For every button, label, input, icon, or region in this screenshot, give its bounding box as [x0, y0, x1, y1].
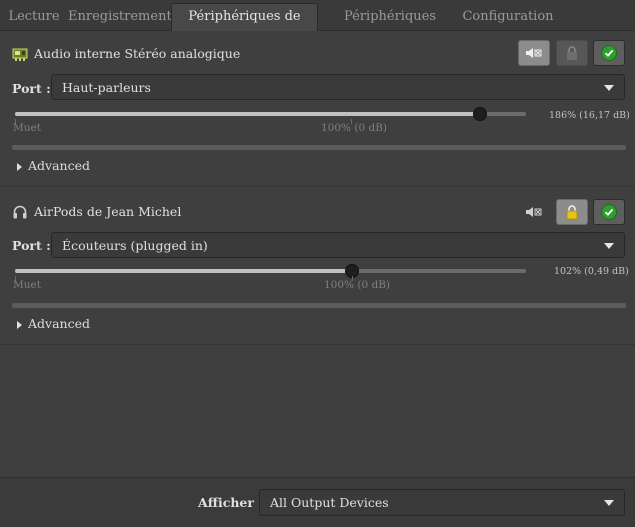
show-filter-dropdown[interactable]: All Output Devices: [259, 489, 625, 516]
tab-recording[interactable]: Enregistrement: [68, 4, 172, 29]
tab-configuration[interactable]: Configuration: [462, 4, 554, 29]
expand-arrow-icon: [17, 320, 22, 329]
show-filter-value: All Output Devices: [270, 495, 389, 510]
lock-channels-button[interactable]: [556, 199, 588, 225]
set-default-button[interactable]: [593, 199, 625, 225]
device-name: AirPods de Jean Michel: [34, 204, 182, 219]
device-card-internal: Audio interne Stéréo analogique Port : H…: [0, 31, 635, 186]
device-card-airpods: AirPods de Jean Michel Port : Écouteurs …: [0, 187, 635, 344]
advanced-expander[interactable]: Advanced: [17, 158, 90, 173]
lock-channels-button[interactable]: [556, 40, 588, 66]
check-circle-icon: [601, 45, 617, 61]
hundred-percent-mark: 100% (0 dB): [321, 122, 388, 134]
set-default-button[interactable]: [593, 40, 625, 66]
mute-toggle-button[interactable]: [518, 40, 550, 66]
tab-playback[interactable]: Lecture: [4, 4, 64, 29]
volume-slider[interactable]: [15, 269, 526, 273]
volume-value: 102% (0,49 dB): [554, 266, 629, 277]
volume-slider[interactable]: [15, 112, 526, 116]
dropdown-arrow-icon: [604, 85, 614, 91]
show-label: Afficher :: [198, 495, 263, 510]
device-name: Audio interne Stéréo analogique: [34, 46, 241, 61]
port-label: Port :: [12, 238, 51, 253]
mute-mark: Muet: [13, 122, 41, 134]
tab-output-devices[interactable]: Périphériques de sortie: [171, 3, 318, 49]
volume-value: 186% (16,17 dB): [549, 110, 630, 121]
advanced-label: Advanced: [28, 316, 90, 331]
volume-fill: [15, 269, 353, 273]
headphones-icon: [13, 205, 27, 219]
speaker-muted-icon: [526, 48, 542, 58]
port-value: Écouteurs (plugged in): [62, 238, 208, 253]
peak-meter: [12, 303, 626, 308]
advanced-expander[interactable]: Advanced: [17, 316, 90, 331]
volume-fill: [15, 112, 480, 116]
port-dropdown[interactable]: Écouteurs (plugged in): [51, 232, 625, 258]
dropdown-arrow-icon: [604, 500, 614, 506]
port-label: Port :: [12, 81, 51, 96]
tab-input-devices[interactable]: Périphériques d'entrée: [320, 4, 460, 49]
dropdown-arrow-icon: [604, 243, 614, 249]
tab-bar: Lecture Enregistrement Périphériques de …: [0, 0, 635, 49]
sound-card-icon: [12, 48, 28, 61]
speaker-muted-icon: [526, 207, 542, 217]
footer-bar: Afficher : All Output Devices: [0, 477, 635, 527]
lock-icon: [567, 46, 577, 60]
volume-slider-handle[interactable]: [473, 107, 487, 121]
lock-icon: [566, 205, 578, 220]
mute-mark: Muet: [13, 279, 41, 291]
expand-arrow-icon: [17, 162, 22, 171]
port-value: Haut-parleurs: [62, 80, 151, 95]
peak-meter: [12, 145, 626, 150]
device-separator: [0, 344, 635, 345]
mute-toggle-button[interactable]: [518, 199, 550, 225]
check-circle-icon: [601, 204, 617, 220]
port-dropdown[interactable]: Haut-parleurs: [51, 74, 625, 100]
hundred-percent-mark: 100% (0 dB): [324, 279, 391, 291]
advanced-label: Advanced: [28, 158, 90, 173]
devices-panel: Audio interne Stéréo analogique Port : H…: [0, 31, 635, 477]
